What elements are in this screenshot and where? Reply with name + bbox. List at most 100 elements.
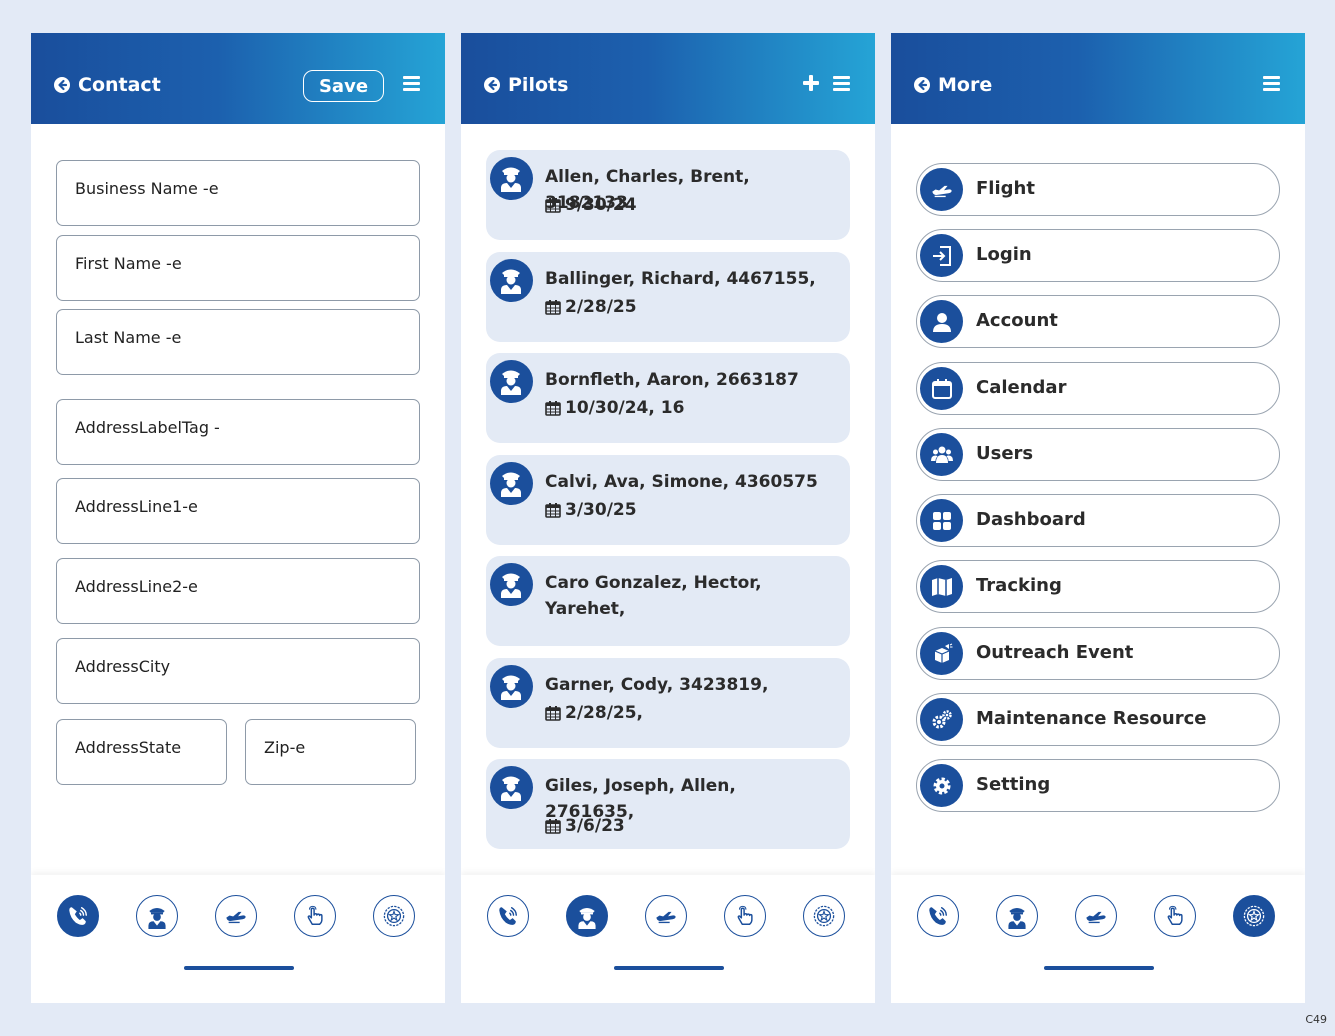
field-label: Business Name -e bbox=[75, 179, 219, 198]
pilot-icon bbox=[499, 266, 523, 294]
nav-pilots-button[interactable] bbox=[566, 895, 608, 937]
address-city-field[interactable]: AddressCity bbox=[56, 638, 420, 704]
plane-icon bbox=[1085, 905, 1107, 927]
bottom-nav bbox=[31, 875, 445, 1003]
pilot-name: Caro Gonzalez, Hector, Yarehet, bbox=[545, 573, 762, 619]
last-name-field[interactable]: Last Name -e bbox=[56, 309, 420, 375]
pilot-list-item[interactable]: Allen, Charles, Brent, 3182133 9/30/24 bbox=[486, 150, 850, 240]
menu-item-tracking[interactable]: Tracking bbox=[916, 560, 1280, 613]
nav-flight-button[interactable] bbox=[1075, 895, 1117, 937]
menu-icon-circle bbox=[920, 234, 963, 277]
address-line1-field[interactable]: AddressLine1-e bbox=[56, 478, 420, 544]
pilots-screen: Pilots Allen, Charles, Brent, 3182133 9/… bbox=[461, 33, 875, 1003]
megaphone-icon bbox=[931, 643, 953, 665]
pilot-icon bbox=[499, 773, 523, 801]
pilot-list-item[interactable]: Calvi, Ava, Simone, 4360575 3/30/25 bbox=[486, 455, 850, 545]
menu-icon-circle bbox=[920, 367, 963, 410]
hamburger-menu-icon[interactable] bbox=[833, 76, 850, 91]
nav-contact-button[interactable] bbox=[57, 895, 99, 937]
menu-item-label: Maintenance Resource bbox=[976, 708, 1207, 729]
menu-item-account[interactable]: Account bbox=[916, 295, 1280, 348]
badge-icon bbox=[813, 905, 835, 927]
tap-icon bbox=[734, 905, 756, 927]
address-state-field[interactable]: AddressState bbox=[56, 719, 227, 785]
phone-icon bbox=[927, 905, 949, 927]
add-icon[interactable] bbox=[803, 75, 819, 91]
calendar-icon bbox=[545, 502, 561, 518]
badge-icon bbox=[383, 905, 405, 927]
first-name-field[interactable]: First Name -e bbox=[56, 235, 420, 301]
back-arrow-icon[interactable] bbox=[54, 77, 70, 93]
nav-more-button[interactable] bbox=[803, 895, 845, 937]
pilot-list-item[interactable]: Giles, Joseph, Allen, 2761635, 3/6/23 bbox=[486, 759, 850, 849]
nav-contact-button[interactable] bbox=[917, 895, 959, 937]
nav-flight-button[interactable] bbox=[215, 895, 257, 937]
nav-more-button[interactable] bbox=[1233, 895, 1275, 937]
zip-field[interactable]: Zip-e bbox=[245, 719, 416, 785]
phone-icon bbox=[67, 905, 89, 927]
user-icon bbox=[931, 311, 953, 333]
pilot-list-item[interactable]: Garner, Cody, 3423819, 2/28/25, bbox=[486, 658, 850, 748]
pilot-list-item[interactable]: Caro Gonzalez, Hector, Yarehet, bbox=[486, 556, 850, 646]
calendar-icon bbox=[545, 400, 561, 416]
pilot-avatar bbox=[490, 360, 533, 403]
field-label: First Name -e bbox=[75, 254, 182, 273]
nav-pilots-button[interactable] bbox=[996, 895, 1038, 937]
back-arrow-icon[interactable] bbox=[484, 77, 500, 93]
pilot-date-text: 3/30/25 bbox=[565, 500, 637, 520]
address-label-tag-field[interactable]: AddressLabelTag - bbox=[56, 399, 420, 465]
nav-flight-button[interactable] bbox=[645, 895, 687, 937]
pilot-avatar bbox=[490, 563, 533, 606]
pilot-date: 10/30/24, 16 bbox=[545, 398, 684, 418]
pilot-icon bbox=[499, 672, 523, 700]
nav-tap-button[interactable] bbox=[294, 895, 336, 937]
back-arrow-icon[interactable] bbox=[914, 77, 930, 93]
menu-item-label: Login bbox=[976, 244, 1032, 265]
menu-item-label: Setting bbox=[976, 774, 1051, 795]
page-title: Contact bbox=[78, 74, 161, 96]
menu-item-maintenance-resource[interactable]: Maintenance Resource bbox=[916, 693, 1280, 746]
users-icon bbox=[931, 444, 953, 466]
menu-item-calendar[interactable]: Calendar bbox=[916, 362, 1280, 415]
pilot-list-item[interactable]: Ballinger, Richard, 4467155, 2/28/25 bbox=[486, 252, 850, 342]
pilot-date: 3/30/25 bbox=[545, 500, 637, 520]
save-button[interactable]: Save bbox=[303, 70, 384, 102]
pilot-date: 2/28/25 bbox=[545, 297, 637, 317]
address-line2-field[interactable]: AddressLine2-e bbox=[56, 558, 420, 624]
home-indicator bbox=[1044, 966, 1154, 970]
menu-item-label: Calendar bbox=[976, 377, 1067, 398]
menu-icon-circle bbox=[920, 499, 963, 542]
business-name-field[interactable]: Business Name -e bbox=[56, 160, 420, 226]
menu-item-flight[interactable]: Flight bbox=[916, 163, 1280, 216]
hamburger-menu-icon[interactable] bbox=[403, 76, 420, 91]
menu-item-setting[interactable]: Setting bbox=[916, 759, 1280, 812]
nav-more-button[interactable] bbox=[373, 895, 415, 937]
menu-item-login[interactable]: Login bbox=[916, 229, 1280, 282]
cogs-icon bbox=[931, 709, 953, 731]
menu-item-dashboard[interactable]: Dashboard bbox=[916, 494, 1280, 547]
pilot-avatar bbox=[490, 259, 533, 302]
nav-contact-button[interactable] bbox=[487, 895, 529, 937]
nav-tap-button[interactable] bbox=[724, 895, 766, 937]
gear-icon bbox=[931, 775, 953, 797]
menu-item-users[interactable]: Users bbox=[916, 428, 1280, 481]
tap-icon bbox=[1164, 905, 1186, 927]
menu-icon-circle bbox=[920, 168, 963, 211]
map-icon bbox=[931, 576, 953, 598]
pilot-icon bbox=[499, 469, 523, 497]
calendar-icon bbox=[545, 705, 561, 721]
login-icon bbox=[931, 245, 953, 267]
menu-item-label: Users bbox=[976, 443, 1034, 464]
nav-tap-button[interactable] bbox=[1154, 895, 1196, 937]
pilot-date: 3/6/23 bbox=[545, 816, 625, 836]
pilot-name: Calvi, Ava, Simone, 4360575 bbox=[545, 472, 818, 492]
pilot-name: Garner, Cody, 3423819, bbox=[545, 675, 769, 695]
pilot-list-item[interactable]: Bornfleth, Aaron, 2663187 10/30/24, 16 bbox=[486, 353, 850, 443]
menu-item-outreach-event[interactable]: Outreach Event bbox=[916, 627, 1280, 680]
hamburger-menu-icon[interactable] bbox=[1263, 76, 1280, 91]
plane-icon bbox=[225, 905, 247, 927]
nav-pilots-button[interactable] bbox=[136, 895, 178, 937]
menu-item-label: Flight bbox=[976, 178, 1035, 199]
calendar-icon bbox=[545, 818, 561, 834]
pilot-date-text: 9/30/24 bbox=[565, 195, 637, 215]
